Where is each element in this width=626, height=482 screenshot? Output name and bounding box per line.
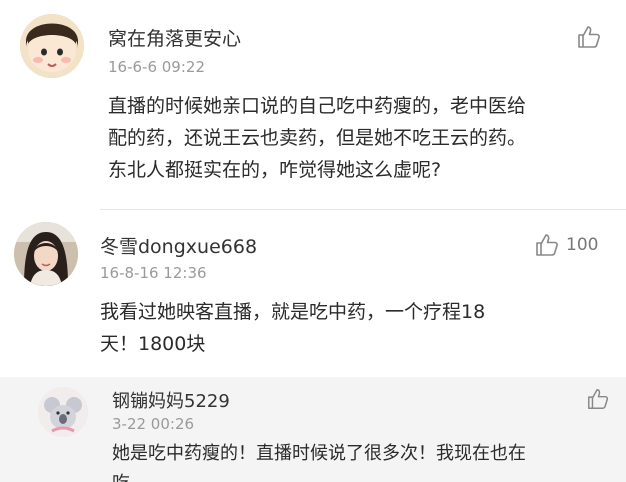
username[interactable]: 钢镚妈妈5229: [112, 387, 230, 413]
comment-line: 吃: [112, 469, 526, 482]
like-button[interactable]: [576, 24, 602, 50]
cartoon-girl-avatar-icon: [20, 14, 84, 78]
thumbs-up-icon: [578, 26, 600, 48]
username[interactable]: 窝在角落更安心: [108, 24, 241, 51]
comment-item: 窝在角落更安心 16-6-6 09:22 直播的时候她亲口说的自己吃中药瘦的，老…: [0, 0, 626, 210]
like-button[interactable]: 100: [534, 232, 598, 258]
avatar[interactable]: [14, 222, 78, 286]
timestamp: 16-6-6 09:22: [108, 58, 205, 76]
comment-line: 天！1800块: [100, 333, 206, 355]
like-button[interactable]: [586, 387, 610, 411]
comment-text: 她是吃中药瘦的！直播时候说了很多次！我现在也在 吃: [112, 439, 526, 482]
thumbs-up-icon: [588, 389, 609, 409]
comment-item: 冬雪dongxue668 16-8-16 12:36 100 我看过她映客直播，…: [0, 210, 626, 375]
comment-line: 直播的时候她亲口说的自己吃中药瘦的，老中医给: [108, 95, 527, 117]
comment-line: 她是吃中药瘦的！直播时候说了很多次！我现在也在: [112, 443, 526, 464]
comment-text: 直播的时候她亲口说的自己吃中药瘦的，老中医给 配的药，还说王云也卖药，但是她不吃…: [108, 90, 526, 186]
timestamp: 16-8-16 12:36: [100, 264, 207, 282]
comment-line: 配的药，还说王云也卖药，但是她不吃王云的药。: [108, 127, 527, 149]
comment-line: 我看过她映客直播，就是吃中药，一个疗程18: [100, 301, 486, 323]
comment-item: 钢镚妈妈5229 3-22 00:26 她是吃中药瘦的！直播时候说了很多次！我现…: [0, 377, 626, 482]
comment-line: 东北人都挺实在的，咋觉得她这么虚呢?: [108, 159, 442, 181]
koala-avatar-icon: [38, 387, 88, 437]
comment-text: 我看过她映客直播，就是吃中药，一个疗程18 天！1800块: [100, 296, 485, 360]
timestamp: 3-22 00:26: [112, 415, 195, 433]
avatar[interactable]: [38, 387, 88, 437]
avatar[interactable]: [20, 14, 84, 78]
thumbs-up-icon: [536, 234, 558, 256]
like-count: 100: [566, 235, 599, 255]
user-photo-avatar-icon: [14, 222, 78, 286]
username[interactable]: 冬雪dongxue668: [100, 232, 257, 259]
